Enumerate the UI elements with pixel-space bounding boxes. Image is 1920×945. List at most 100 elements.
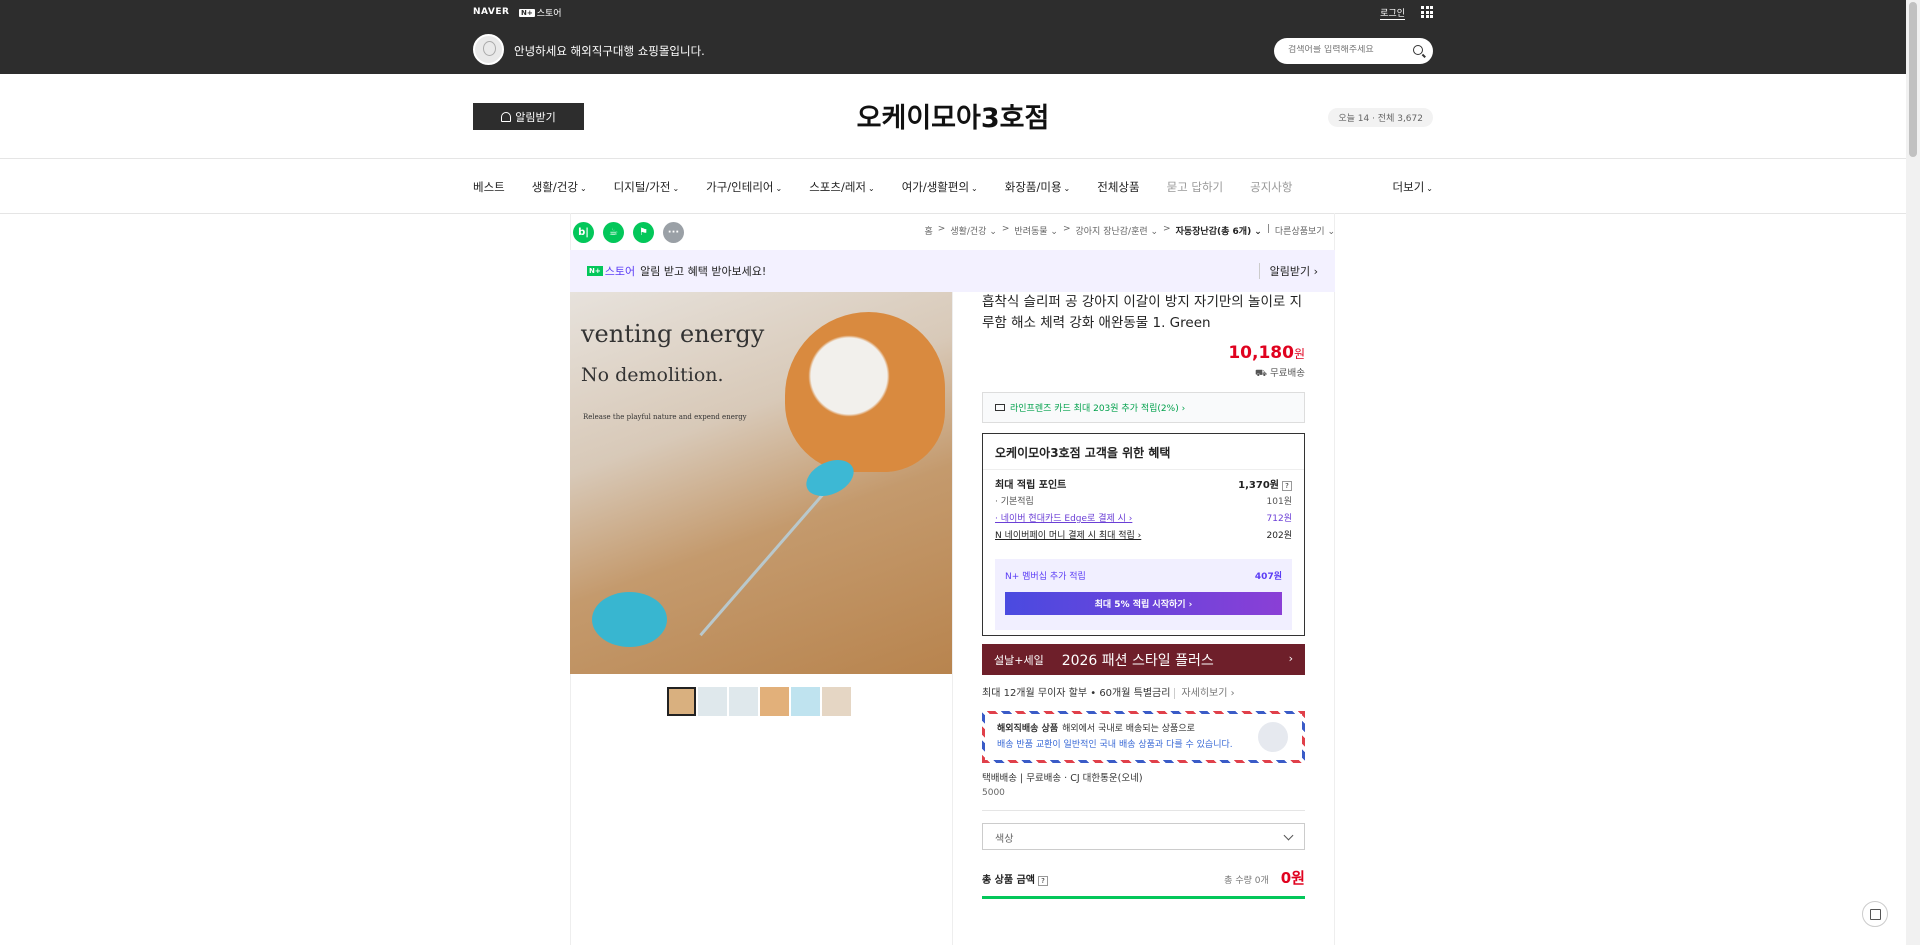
overseas-label: 해외직배송 상품 (997, 724, 1059, 734)
category-item[interactable]: 베스트 (473, 179, 505, 195)
breadcrumb-item[interactable]: 반려동물 ⌄ (1014, 224, 1058, 237)
breadcrumb-separator: | (1266, 224, 1270, 234)
category-item[interactable]: 스포츠/레저 ⌄ (809, 179, 874, 195)
thumbnail-strip (667, 687, 851, 716)
breadcrumb-item[interactable]: 홈 (924, 224, 932, 237)
naver-store-link[interactable]: N+ 스토어 (519, 6, 562, 19)
category-label: 공지사항 (1250, 179, 1293, 194)
overseas-desc: 해외에서 국내로 배송되는 상품으로 (1062, 724, 1195, 734)
benefit-row-value: 712원 (1266, 514, 1292, 524)
category-item[interactable]: 디지털/가전 ⌄ (614, 179, 679, 195)
total-label: 총 상품 금액 (982, 875, 1035, 886)
category-item[interactable]: 여가/생활편의 ⌄ (902, 179, 978, 195)
more-share-icon[interactable]: ··· (663, 222, 684, 243)
store-avatar (473, 34, 504, 65)
breadcrumb-item[interactable]: 생활/건강 ⌄ (950, 224, 997, 237)
category-item[interactable]: 화장품/미용 ⌄ (1005, 179, 1070, 195)
share-icon[interactable] (1862, 901, 1888, 927)
thumbnail[interactable] (760, 687, 789, 716)
product-area: b| ☕ ⚑ ··· 홈 > 생활/건강 ⌄ > 반려동물 ⌄ > 강아지 장난감/훈련 ⌄… (570, 213, 1335, 899)
more-label: 더보기 (1392, 179, 1425, 194)
banner-notify-link[interactable]: 알림받기 › (1258, 263, 1318, 279)
sale-banner[interactable]: 설날+세일 2026 패션 스타일 플러스 › (982, 644, 1305, 675)
breadcrumb-item[interactable]: 자동장난감(총 6개) ⌄ (1176, 224, 1262, 237)
thumbnail[interactable] (698, 687, 727, 716)
chevron-down-icon: ⌄ (1063, 183, 1071, 193)
scrollbar[interactable] (1906, 0, 1920, 945)
search-input[interactable] (1288, 45, 1403, 55)
benefit-row: · 기본적립 101원 (983, 492, 1304, 509)
benefit-box: 오케이모아3호점 고객을 위한 혜택 최대 적립 포인트 1,370원? · 기… (982, 433, 1305, 636)
more-menu[interactable]: 더보기 ⌄ (1393, 179, 1433, 195)
sale-tag: 설날+세일 (994, 653, 1044, 667)
benefit-row[interactable]: · 네이버 현대카드 Edge로 결제 시 › 712원 (983, 509, 1304, 526)
card-benefit[interactable]: 라인프렌즈 카드 최대 203원 추가 적립(2%) › (982, 392, 1305, 423)
card-benefit-text: 라인프렌즈 카드 최대 203원 추가 적립(2%) › (1010, 404, 1186, 414)
breadcrumb: 홈 > 생활/건강 ⌄ > 반려동물 ⌄ > 강아지 장난감/훈련 ⌄ > 자동장난감(총 6개… (924, 224, 1335, 237)
product-info: 흡착식 슬리퍼 공 강아지 이갈이 방지 자기만의 놀이로 지루함 해소 체력 … (982, 292, 1305, 899)
category-label: 스포츠/레저 (809, 179, 866, 194)
overseas-notice: 해외직배송 상품 해외에서 국내로 배송되는 상품으로 배송 반품 교환이 일반적… (982, 711, 1305, 763)
cafe-share-icon[interactable]: ☕ (603, 222, 624, 243)
thumbnail[interactable] (822, 687, 851, 716)
category-item[interactable]: 묻고 답하기 (1167, 179, 1224, 195)
total-qty: 총 수량 0개 (1224, 876, 1269, 886)
help-icon[interactable]: ? (1282, 481, 1292, 491)
benefit-row-label: · 기본적립 (995, 497, 1034, 507)
column-divider (952, 292, 953, 945)
membership-box: N+ 멤버십 추가 적립 407원 최대 5% 적립 시작하기 › (995, 559, 1292, 630)
category-item[interactable]: 전체상품 (1097, 179, 1139, 195)
buy-button[interactable] (982, 896, 1305, 899)
chevron-down-icon: ⌄ (867, 183, 875, 193)
chevron-down-icon: ⌄ (672, 183, 680, 193)
breadcrumb-separator: > (937, 224, 946, 234)
breadcrumb-item[interactable]: 다른상품보기 ⌄ (1275, 224, 1335, 237)
global-header: NAVER N+ 스토어 로그인 안녕하세요 해외직구대행 쇼핑몰입니다. (0, 0, 1920, 74)
share-row: b| ☕ ⚑ ··· 홈 > 생활/건강 ⌄ > 반려동물 ⌄ > 강아지 장난감/훈련 ⌄… (570, 213, 1335, 250)
store-title[interactable]: 오케이모아3호점 (473, 96, 1433, 135)
chevron-down-icon: ⌄ (775, 183, 783, 193)
apps-grid-icon[interactable] (1421, 6, 1433, 18)
scrollbar-thumb[interactable] (1909, 2, 1917, 157)
thumbnail[interactable] (791, 687, 820, 716)
naver-logo[interactable]: NAVER (473, 7, 509, 17)
thumbnail[interactable] (729, 687, 758, 716)
airplane-icon (1258, 722, 1288, 752)
breadcrumb-item[interactable]: 강아지 장난감/훈련 ⌄ (1076, 224, 1159, 237)
search-icon[interactable] (1413, 45, 1423, 55)
delivery-sub: 5000 (982, 788, 1005, 798)
corgi-image (785, 312, 945, 472)
shipping-label: 무료배송 (1270, 368, 1305, 379)
category-nav: 베스트 생활/건강 ⌄ 디지털/가전 ⌄ 가구/인테리어 ⌄ 스포츠/레저 ⌄ 여가/생활편의 ⌄ 화… (0, 159, 1920, 214)
chevron-down-icon: ⌄ (1426, 183, 1433, 193)
category-label: 화장품/미용 (1004, 179, 1062, 194)
category-label: 전체상품 (1097, 179, 1140, 194)
banner-text: 알림 받고 혜택 받아보세요! (640, 265, 767, 278)
login-link[interactable]: 로그인 (1380, 6, 1405, 20)
store-header: 알림받기 오케이모아3호점 오늘 14 · 전체 3,672 (0, 74, 1920, 159)
benefit-header: 오케이모아3호점 고객을 위한 혜택 (983, 434, 1304, 470)
sale-title: 2026 패션 스타일 플러스 (1061, 652, 1214, 669)
visit-count: 오늘 14 · 전체 3,672 (1328, 108, 1433, 127)
chevron-right-icon: › (1288, 652, 1293, 665)
divider (982, 810, 1305, 811)
color-option-select[interactable]: 색상 (982, 823, 1305, 850)
toy-suction-base (592, 592, 667, 647)
category-item[interactable]: 생활/건강 ⌄ (532, 179, 587, 195)
membership-start-button[interactable]: 최대 5% 적립 시작하기 › (1005, 592, 1282, 615)
bookmark-icon[interactable]: ⚑ (633, 222, 654, 243)
category-item[interactable]: 공지사항 (1250, 179, 1292, 195)
installment-detail-link[interactable]: 자세히보기 › (1174, 688, 1235, 699)
category-label: 생활/건강 (531, 179, 578, 194)
help-icon[interactable]: ? (1037, 876, 1048, 886)
category-label: 여가/생활편의 (901, 179, 970, 194)
installment-text: 최대 12개월 무이자 할부 • 60개월 특별금리 (982, 688, 1171, 699)
category-label: 묻고 답하기 (1166, 179, 1224, 194)
product-main-image[interactable]: venting energy No demolition. Release th… (570, 292, 952, 674)
thumbnail[interactable] (667, 687, 696, 716)
benefit-row[interactable]: N 네이버페이 머니 결제 시 최대 적립 › 202원 (983, 526, 1304, 543)
category-item[interactable]: 가구/인테리어 ⌄ (706, 179, 782, 195)
blog-share-icon[interactable]: b| (573, 222, 594, 243)
delivery-line: 택배배송 | 무료배송 · CJ 대한통운(오네) (982, 773, 1143, 784)
search-box (1274, 38, 1433, 64)
